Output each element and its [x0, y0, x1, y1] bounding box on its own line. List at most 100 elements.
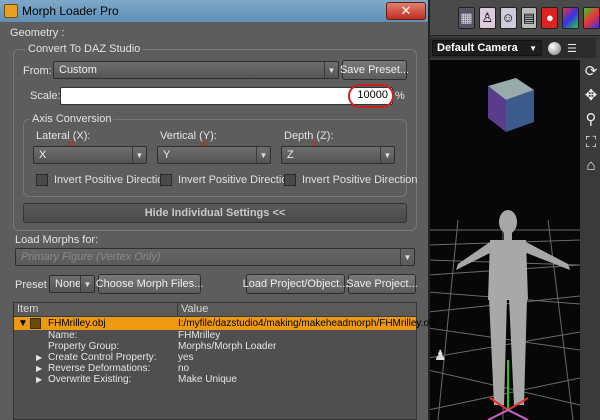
scene-tool-icon[interactable]: ▤: [520, 6, 538, 29]
dropdown-arrow-icon: ▼: [400, 249, 414, 265]
figure-tool-icon[interactable]: ♙: [478, 6, 496, 29]
convert-group-title: Convert To DAZ Studio: [26, 43, 143, 55]
3d-viewport[interactable]: ♟: [428, 60, 580, 420]
expand-arrow-icon[interactable]: ▶: [36, 352, 42, 363]
lateral-select[interactable]: X ▼: [33, 146, 147, 164]
expand-arrow-icon[interactable]: ▼: [18, 317, 28, 330]
checkbox-box[interactable]: [36, 174, 48, 186]
figure-mode-icon[interactable]: ♟: [434, 347, 447, 363]
row-value: no: [178, 363, 190, 374]
expand-arrow-icon[interactable]: ▶: [36, 363, 42, 374]
depth-invert-label: Invert Positive Direction: [302, 174, 418, 186]
vertical-label: Vertical (Y):: [160, 130, 217, 142]
object-icon: [30, 318, 41, 329]
row-value: yes: [178, 352, 194, 363]
root-name: FHMrilley.obj: [48, 318, 106, 329]
depth-label: Depth (Z):: [284, 130, 334, 142]
row-key: Reverse Deformations:: [48, 363, 151, 374]
depth-value: Z: [287, 149, 294, 161]
preset-select[interactable]: None ▼: [49, 275, 95, 293]
preset-value: None: [55, 278, 82, 290]
dropdown-arrow-icon: ▼: [380, 147, 394, 163]
daz-toolbar: ▦ ♙ ☺ ▤ ●: [420, 0, 600, 36]
vertical-value: Y: [163, 149, 171, 161]
checkbox-box[interactable]: [284, 174, 296, 186]
save-project-button[interactable]: Save Project...: [346, 274, 418, 294]
morph-tool-icon[interactable]: ☺: [499, 6, 517, 29]
column-header-value[interactable]: Value: [178, 303, 208, 316]
row-key: Overwrite Existing:: [48, 374, 132, 385]
load-project-button[interactable]: Load Project/Object...: [243, 274, 348, 294]
checkbox-box[interactable]: [160, 174, 172, 186]
from-value: Custom: [59, 64, 97, 76]
depth-invert-checkbox[interactable]: Invert Positive Direction: [284, 174, 418, 186]
lateral-invert-checkbox[interactable]: Invert Positive Direction: [36, 174, 170, 186]
dropdown-arrow-icon: ▼: [132, 147, 146, 163]
lateral-label: Lateral (X):: [36, 130, 91, 142]
dropdown-arrow-icon: ▼: [256, 147, 270, 163]
camera-select[interactable]: Default Camera ▼: [432, 40, 542, 56]
layout-tool-icon[interactable]: ▦: [458, 6, 475, 29]
camera-label: Default Camera: [437, 42, 518, 54]
title-bar[interactable]: Morph Loader Pro ✕: [0, 0, 428, 22]
row-key: Property Group:: [48, 341, 120, 352]
tree-root-row[interactable]: ▼ FHMrilley.obj I:/myfile/dazstudio4/mak…: [14, 317, 437, 330]
dropdown-arrow-icon: ▼: [80, 276, 94, 292]
scale-label: Scale:: [30, 90, 61, 102]
viewport-scene: ♟: [428, 78, 580, 420]
row-value: Make Unique: [178, 374, 237, 385]
window-title: Morph Loader Pro: [22, 4, 119, 18]
view-tools: ⟳ ✥ ⚲ ⛶ ⌂: [582, 62, 600, 174]
morph-loader-dialog: Morph Loader Pro ✕ Geometry : Convert To…: [0, 0, 437, 420]
column-header-item[interactable]: Item: [14, 303, 178, 316]
load-morphs-label: Load Morphs for:: [15, 234, 99, 246]
row-key: Create Control Property:: [48, 352, 157, 363]
hide-individual-settings-button[interactable]: Hide Individual Settings <<: [23, 203, 407, 223]
root-value: I:/myfile/dazstudio4/making/makeheadmorp…: [178, 318, 437, 329]
scale-input[interactable]: 10000: [60, 84, 394, 108]
record-tool-icon[interactable]: ●: [541, 6, 559, 29]
preset-label: Preset :: [15, 279, 53, 291]
from-select[interactable]: Custom ▼: [53, 61, 339, 79]
depth-select[interactable]: Z ▼: [281, 146, 395, 164]
navigation-cube[interactable]: [488, 78, 534, 132]
tree-header: Item Value: [14, 303, 416, 317]
geometry-label: Geometry :: [10, 27, 65, 39]
rotate-icon[interactable]: ⟳: [585, 62, 598, 80]
vertical-select[interactable]: Y ▼: [157, 146, 271, 164]
axis-conversion-title: Axis Conversion: [30, 113, 114, 125]
home-icon[interactable]: ⌂: [586, 157, 595, 174]
scale-annotation-circle: [348, 84, 394, 108]
tree-row[interactable]: ▶ Create Control Property: yes: [14, 352, 416, 363]
daz-studio-background: ▦ ♙ ☺ ▤ ● Default Camera ▼ ☰ ♟ ⟳ ✥ ⚲ ⛶ ⌂: [420, 0, 600, 420]
from-label: From:: [23, 65, 52, 77]
chevron-down-icon: ▼: [529, 43, 537, 53]
scale-unit: %: [395, 90, 405, 102]
load-morphs-value: Primary Figure (Vertex Only): [21, 251, 161, 263]
vertical-invert-checkbox[interactable]: Invert Positive Direction: [160, 174, 294, 186]
choose-morph-files-button[interactable]: Choose Morph Files...: [96, 274, 203, 294]
lateral-value: X: [39, 149, 47, 161]
row-key: Name:: [48, 330, 78, 341]
save-preset-button[interactable]: Save Preset...: [340, 60, 409, 80]
expand-arrow-icon[interactable]: ▶: [36, 374, 42, 385]
viewport-header: Default Camera ▼ ☰: [428, 38, 596, 58]
zoom-icon[interactable]: ⚲: [586, 110, 597, 128]
frame-icon[interactable]: ⛶: [586, 134, 597, 151]
shading-sphere-icon[interactable]: [548, 41, 561, 55]
pan-icon[interactable]: ✥: [585, 86, 598, 104]
morph-file-tree[interactable]: Item Value ▼ FHMrilley.obj I:/myfile/daz…: [13, 302, 437, 420]
tree-row[interactable]: ▶ Reverse Deformations: no: [14, 363, 416, 374]
close-icon: ✕: [400, 3, 412, 18]
vertical-invert-label: Invert Positive Direction: [178, 174, 294, 186]
tree-row[interactable]: Name: FHMrilley: [14, 330, 416, 341]
load-morphs-select[interactable]: Primary Figure (Vertex Only) ▼: [15, 248, 415, 266]
lateral-invert-label: Invert Positive Direction: [54, 174, 170, 186]
color-tool-icon-2[interactable]: [583, 6, 600, 29]
tree-row[interactable]: Property Group: Morphs/Morph Loader: [14, 341, 416, 352]
color-tool-icon-1[interactable]: [562, 6, 580, 29]
close-button[interactable]: ✕: [386, 2, 426, 20]
app-icon: [4, 4, 18, 18]
viewport-menu-icon[interactable]: ☰: [567, 42, 577, 55]
tree-row[interactable]: ▶ Overwrite Existing: Make Unique: [14, 374, 416, 385]
